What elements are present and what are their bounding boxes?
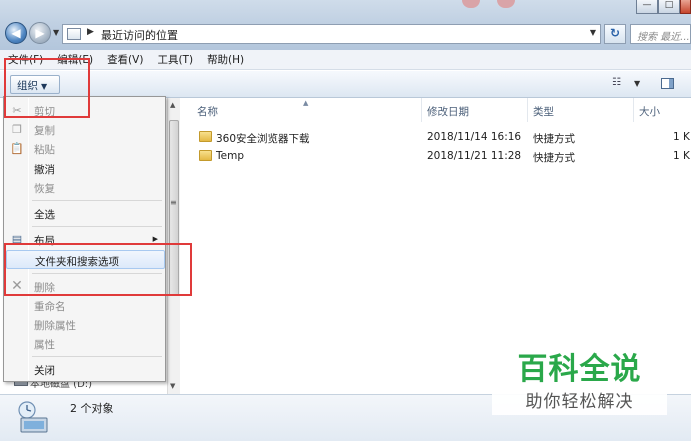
annotation-highlight-folder-options xyxy=(4,243,192,296)
view-toggle-icon[interactable]: ☷ xyxy=(612,77,621,88)
search-input[interactable]: 搜索 最近... xyxy=(630,24,691,44)
menu-item-label: 恢复 xyxy=(34,183,55,195)
scrollbar-grip-icon: ≡ xyxy=(170,198,177,207)
refresh-button[interactable]: ↻ xyxy=(604,24,626,44)
menu-item-label: 粘贴 xyxy=(34,144,55,156)
organize-menu: ✂ 剪切 ❐ 复制 📋 粘贴 撤消 恢复 全选 ▤ 布局 ▶ 文件夹和搜索选项 … xyxy=(3,96,166,382)
status-item-count: 2 个对象 xyxy=(70,402,114,415)
address-bar[interactable]: ▶ 最近访问的位置 ▼ xyxy=(62,24,601,44)
menu-item-undo[interactable]: 撤消 xyxy=(4,159,165,178)
close-button[interactable] xyxy=(680,0,691,14)
menu-item-paste[interactable]: 📋 粘贴 xyxy=(4,139,165,158)
watermark-subtitle: 助你轻松解决 xyxy=(525,392,634,412)
folder-shortcut-icon[interactable] xyxy=(199,131,212,142)
menu-item-label: 属性 xyxy=(34,339,55,351)
recent-pages-dropdown[interactable]: ▼ xyxy=(53,28,59,37)
minimize-button[interactable]: — xyxy=(636,0,658,14)
annotation-highlight-organize xyxy=(4,58,90,118)
forward-button[interactable]: ▶ xyxy=(29,22,51,44)
menu-item-remove-properties[interactable]: 删除属性 xyxy=(4,315,165,334)
menu-help[interactable]: 帮助(H) xyxy=(207,52,244,67)
watermark-title: 百科全说 xyxy=(517,352,642,387)
file-size: 1 K xyxy=(673,150,690,162)
file-size: 1 K xyxy=(673,131,690,143)
menu-item-redo[interactable]: 恢复 xyxy=(4,178,165,197)
folder-shortcut-icon[interactable] xyxy=(199,150,212,161)
menu-item-label: 关闭 xyxy=(34,365,55,377)
column-header-type[interactable]: 类型 xyxy=(527,98,633,122)
menu-item-label: 撤消 xyxy=(34,164,55,176)
file-modified: 2018/11/14 16:16 xyxy=(427,131,522,143)
command-bar: 组织 ▼ ☷ ▼ xyxy=(0,71,691,98)
file-modified: 2018/11/21 11:28 xyxy=(427,150,522,162)
address-path[interactable]: 最近访问的位置 xyxy=(101,27,178,43)
file-type: 快捷方式 xyxy=(533,133,575,145)
view-dropdown-icon[interactable]: ▼ xyxy=(634,79,640,88)
address-dropdown-icon[interactable]: ▼ xyxy=(590,28,596,37)
file-name[interactable]: 360安全浏览器下载 xyxy=(216,131,310,146)
menu-item-select-all[interactable]: 全选 xyxy=(4,204,165,223)
submenu-arrow-icon: ▶ xyxy=(152,235,158,243)
menu-bar: 文件(F) 编辑(E) 查看(V) 工具(T) 帮助(H) xyxy=(0,50,691,70)
menu-item-close[interactable]: 关闭 xyxy=(4,360,165,379)
location-icon xyxy=(67,28,81,40)
preview-pane-icon[interactable] xyxy=(661,78,674,89)
menu-separator xyxy=(32,200,162,201)
column-header-size[interactable]: 大小 xyxy=(633,98,691,122)
breadcrumb-chevron-icon[interactable]: ▶ xyxy=(87,27,94,37)
menu-item-rename[interactable]: 重命名 xyxy=(4,296,165,315)
copy-icon: ❐ xyxy=(12,123,22,136)
file-name[interactable]: Temp xyxy=(216,150,244,162)
menu-view[interactable]: 查看(V) xyxy=(107,52,143,67)
menu-item-label: 全选 xyxy=(34,209,55,221)
maximize-button[interactable]: □ xyxy=(658,0,680,14)
menu-item-properties[interactable]: 属性 xyxy=(4,334,165,353)
paste-icon: 📋 xyxy=(10,142,24,155)
menu-separator xyxy=(32,356,162,357)
menu-item-label: 重命名 xyxy=(34,301,66,313)
back-button[interactable]: ◀ xyxy=(5,22,27,44)
recent-places-icon xyxy=(18,401,48,433)
watermark-logo: 百科全说 助你轻松解决 xyxy=(492,332,667,415)
menu-item-copy[interactable]: ❐ 复制 xyxy=(4,120,165,139)
column-header-modified[interactable]: 修改日期 xyxy=(421,98,527,122)
scroll-up-icon[interactable]: ▲ xyxy=(170,101,175,109)
menu-tools[interactable]: 工具(T) xyxy=(157,52,193,67)
column-header-name[interactable]: 名称 xyxy=(191,98,421,122)
menu-separator xyxy=(32,226,162,227)
menu-item-label: 复制 xyxy=(34,125,55,137)
scroll-down-icon[interactable]: ▼ xyxy=(170,382,175,390)
menu-item-label: 删除属性 xyxy=(34,320,76,332)
file-type: 快捷方式 xyxy=(533,152,575,164)
